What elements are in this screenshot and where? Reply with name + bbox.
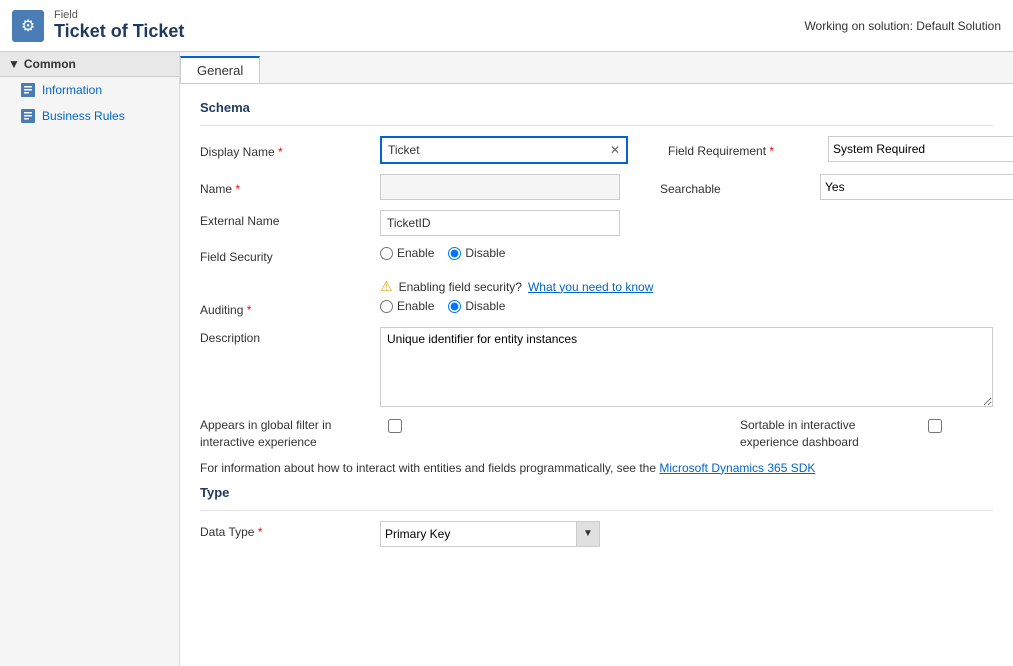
type-section: Type Data Type * Primary Key ▼ [200, 485, 993, 547]
auditing-disable-label[interactable]: Disable [448, 299, 505, 313]
sidebar-item-business-rules-label: Business Rules [42, 109, 125, 123]
field-security-disable-label[interactable]: Disable [448, 246, 505, 260]
name-label: Name * [200, 178, 380, 196]
field-requirement-select[interactable]: System Required [828, 136, 1013, 162]
warning-row: ⚠ Enabling field security? What you need… [200, 274, 993, 299]
schema-divider [200, 125, 993, 126]
display-name-input-wrap: ✕ [380, 136, 628, 164]
sidebar-item-information-label: Information [42, 83, 102, 97]
field-security-enable-radio[interactable] [380, 247, 393, 260]
tabs-bar: General [180, 52, 1013, 84]
field-requirement-select-wrap: System Required ▼ [828, 136, 1013, 162]
external-name-row: External Name [200, 210, 993, 236]
description-row: Description Unique identifier for entity… [200, 327, 993, 407]
searchable-select[interactable]: Yes No [820, 174, 1013, 200]
sidebar-section-label: Common [24, 57, 76, 71]
data-type-select-wrap: Primary Key ▼ [380, 521, 600, 547]
auditing-required: * [247, 303, 252, 317]
auditing-disable-radio[interactable] [448, 300, 461, 313]
top-bar-left: ⚙ Field Ticket of Ticket [12, 9, 184, 42]
display-name-clear[interactable]: ✕ [604, 143, 626, 157]
page-subtitle: Field [54, 9, 184, 21]
external-name-label: External Name [200, 210, 380, 228]
auditing-enable-label[interactable]: Enable [380, 299, 434, 313]
main-layout: ▼ Common Information Business Rules Gene… [0, 52, 1013, 666]
warning-link[interactable]: What you need to know [528, 280, 653, 294]
name-input: new_ticketid [380, 174, 620, 200]
field-security-enable-label[interactable]: Enable [380, 246, 434, 260]
display-name-label: Display Name * [200, 141, 380, 159]
description-label: Description [200, 327, 380, 345]
solution-label: Working on solution: Default Solution [804, 19, 1001, 33]
display-name-input[interactable] [382, 138, 604, 162]
display-name-required: * [278, 145, 283, 159]
page-title: Ticket of Ticket [54, 21, 184, 42]
information-icon [20, 82, 36, 98]
field-security-label: Field Security [200, 246, 380, 264]
searchable-select-wrap: Yes No ▼ [820, 174, 1013, 200]
name-required: * [235, 182, 240, 196]
field-security-disable-radio[interactable] [448, 247, 461, 260]
tab-general[interactable]: General [180, 56, 260, 83]
data-type-select[interactable]: Primary Key [380, 521, 600, 547]
type-section-title: Type [200, 485, 993, 500]
name-row: Name * new_ticketid Searchable Yes No [200, 174, 993, 200]
form-body: Schema Display Name * ✕ [180, 84, 1013, 573]
business-rules-icon [20, 108, 36, 124]
sortable-checkbox[interactable] [928, 419, 942, 433]
top-bar: ⚙ Field Ticket of Ticket Working on solu… [0, 0, 1013, 52]
description-textarea[interactable]: Unique identifier for entity instances [380, 327, 993, 407]
checkbox-row: Appears in global filter in interactive … [200, 417, 993, 451]
auditing-label: Auditing * [200, 299, 380, 317]
display-name-row: Display Name * ✕ Field Requirement * [200, 136, 993, 164]
sdk-link[interactable]: Microsoft Dynamics 365 SDK [659, 461, 815, 475]
auditing-enable-radio[interactable] [380, 300, 393, 313]
sidebar: ▼ Common Information Business Rules [0, 52, 180, 666]
content-area: General Schema Display Name * ✕ [180, 52, 1013, 666]
field-req-required: * [769, 144, 774, 158]
appears-label: Appears in global filter in interactive … [200, 417, 380, 451]
auditing-row: Auditing * Enable Disable [200, 299, 993, 317]
sidebar-item-business-rules[interactable]: Business Rules [0, 103, 179, 129]
appears-checkbox[interactable] [388, 419, 402, 433]
field-icon: ⚙ [12, 10, 44, 42]
field-requirement-label: Field Requirement * [668, 140, 828, 158]
external-name-input[interactable] [380, 210, 620, 236]
sidebar-section-common[interactable]: ▼ Common [0, 52, 179, 77]
info-text: For information about how to interact wi… [200, 461, 993, 475]
schema-section-title: Schema [200, 100, 993, 115]
data-type-required: * [258, 525, 263, 539]
collapse-icon: ▼ [8, 57, 20, 71]
data-type-label: Data Type * [200, 521, 380, 539]
warning-icon: ⚠ [380, 278, 393, 295]
data-type-row: Data Type * Primary Key ▼ [200, 521, 993, 547]
auditing-radio-group: Enable Disable [380, 299, 505, 313]
field-security-row: Field Security Enable Disable [200, 246, 993, 264]
searchable-label: Searchable [660, 178, 820, 196]
title-block: Field Ticket of Ticket [54, 9, 184, 42]
field-security-radio-group: Enable Disable [380, 246, 505, 260]
warning-text: Enabling field security? [399, 280, 522, 294]
sidebar-item-information[interactable]: Information [0, 77, 179, 103]
type-divider [200, 510, 993, 511]
sortable-label: Sortable in interactive experience dashb… [740, 417, 920, 451]
